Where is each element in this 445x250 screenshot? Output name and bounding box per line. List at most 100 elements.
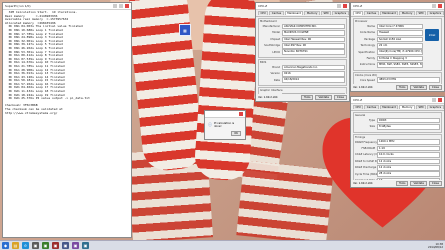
minimize-icon[interactable] bbox=[337, 4, 341, 8]
dialog-titlebar[interactable] bbox=[205, 111, 245, 118]
taskbar-app5-icon[interactable]: ▣ bbox=[72, 242, 79, 249]
validate-button[interactable]: Validate bbox=[410, 85, 427, 90]
taskbar-app1-icon[interactable]: ▣ bbox=[32, 242, 39, 249]
system-clock[interactable]: 10:38 2014/08/12 bbox=[428, 243, 443, 249]
tools-button[interactable]: Tools bbox=[301, 95, 314, 100]
field-label: RAS# to CAS# Delay (tRCD) bbox=[355, 159, 392, 163]
tab-graphics[interactable]: Graphics bbox=[427, 105, 444, 109]
console-titlebar[interactable]: SuperPI (run 1/0) bbox=[3, 3, 131, 10]
tab-cpu[interactable]: CPU bbox=[353, 105, 364, 109]
field-label: LPCIO bbox=[272, 50, 280, 54]
tab-spd[interactable]: SPD bbox=[415, 105, 427, 109]
tab-cpu[interactable]: CPU bbox=[258, 11, 269, 15]
pi-done-dialog[interactable]: ⓘ PI calculation is done! OK bbox=[204, 110, 246, 140]
taskbar-app2-icon[interactable]: ▣ bbox=[42, 242, 49, 249]
field-value: MMX, SSE, SSE2, SSE3, SSSE3, SSE4.1, SSE… bbox=[377, 62, 423, 68]
field-label: DRAM Frequency bbox=[355, 140, 377, 144]
cpuz-memory-window[interactable]: CPU-Z CPU Caches Mainboard Memory SPD Graphic… bbox=[350, 96, 445, 188]
dialog-message: PI calculation is done! bbox=[214, 122, 235, 128]
field-row: Name Intel Core i7 4790K bbox=[355, 23, 423, 30]
field-label: Bus Speed bbox=[355, 91, 375, 92]
close-button[interactable]: Close bbox=[333, 95, 347, 100]
general-group: General Type DDR3 Size 8 GBytes bbox=[353, 112, 442, 133]
taskbar-start-icon[interactable]: ◆ bbox=[2, 242, 9, 249]
validate-button[interactable]: Validate bbox=[410, 181, 427, 186]
tab-mainboard[interactable]: Mainboard bbox=[379, 11, 399, 15]
tab-spd[interactable]: SPD bbox=[320, 11, 332, 15]
cpuz-mainboard-window[interactable]: CPU-Z CPU Caches Mainboard Memory SPD Graphic… bbox=[255, 2, 350, 102]
taskbar-app3-icon[interactable]: ▣ bbox=[52, 242, 59, 249]
group-label: General bbox=[355, 114, 366, 117]
tab-cpu[interactable]: CPU bbox=[353, 11, 364, 15]
field-value: 1:19 bbox=[377, 145, 440, 152]
tools-button[interactable]: Tools bbox=[396, 85, 409, 90]
tab-memory[interactable]: Memory bbox=[399, 11, 415, 15]
close-icon[interactable] bbox=[239, 112, 243, 116]
field-value: 6 Model C Stepping 3 bbox=[377, 55, 423, 62]
motherboard-group: Motherboard Manufacturer ASUSTeK COMPUTER… bbox=[258, 18, 347, 58]
tab-caches[interactable]: Caches bbox=[364, 105, 379, 109]
info-icon: ⓘ bbox=[208, 122, 212, 127]
tab-mainboard[interactable]: Mainboard bbox=[379, 105, 399, 109]
group-label: Clocks (Core #0) bbox=[355, 73, 377, 77]
group-label: BIOS bbox=[260, 60, 267, 64]
field-value: 4893.23 MHz bbox=[377, 77, 440, 83]
superpi-console-window[interactable]: SuperPI (run 1/0) 32M Calculation Start.… bbox=[2, 2, 132, 238]
field-value: DDR3 bbox=[377, 117, 440, 124]
field-row: Date 04/18/2014 bbox=[260, 77, 345, 83]
field-label: Chipset bbox=[270, 37, 280, 41]
minimize-icon[interactable] bbox=[432, 98, 436, 102]
maximize-icon[interactable] bbox=[119, 4, 123, 8]
close-icon[interactable] bbox=[125, 4, 129, 8]
close-icon[interactable] bbox=[343, 4, 347, 8]
field-row: DRAM Frequency 1260.1 MHz bbox=[355, 139, 440, 145]
field-value: 12 clocks bbox=[377, 164, 440, 171]
validate-button[interactable]: Validate bbox=[315, 95, 332, 100]
close-button[interactable]: Close bbox=[428, 181, 442, 186]
minimize-icon[interactable] bbox=[432, 4, 436, 8]
field-row: Chipset Intel Haswell Rev. 06 bbox=[260, 36, 345, 43]
field-row: RAS# to CAS# Delay (tRCD) 12 clocks bbox=[355, 158, 440, 165]
field-value: Intel Haswell Rev. 06 bbox=[282, 36, 345, 43]
field-row: Manufacturer ASUSTeK COMPUTER INC. bbox=[260, 23, 345, 30]
cpuz-memory-titlebar[interactable]: CPU-Z bbox=[351, 97, 444, 104]
tools-button[interactable]: Tools bbox=[396, 181, 409, 186]
taskbar-ie-icon[interactable]: e bbox=[22, 242, 29, 249]
tab-mainboard[interactable]: Mainboard bbox=[284, 11, 304, 15]
cpuz-cpu-titlebar[interactable]: CPU-Z bbox=[351, 3, 444, 10]
field-value: Nuvoton NCT6791 bbox=[282, 49, 345, 55]
field-label: Southbridge bbox=[264, 44, 280, 48]
close-icon[interactable] bbox=[438, 98, 442, 102]
ok-button[interactable]: OK bbox=[231, 131, 241, 136]
field-label: CAS# Latency (CL) bbox=[355, 153, 380, 157]
tab-graphics[interactable]: Graphics bbox=[427, 11, 444, 15]
version-label: Ver. 1.69.2.x64 bbox=[258, 96, 278, 99]
field-label: Core Speed bbox=[360, 78, 375, 82]
field-row: Code Name Haswell bbox=[355, 30, 423, 36]
taskbar-explorer-icon[interactable]: ▤ bbox=[12, 242, 19, 249]
group-label: Timings bbox=[355, 135, 366, 139]
minimize-icon[interactable] bbox=[113, 4, 117, 8]
tab-graphics[interactable]: Graphics bbox=[332, 11, 349, 15]
field-row: Brand American Megatrends Inc. bbox=[260, 64, 345, 71]
tab-caches[interactable]: Caches bbox=[364, 11, 379, 15]
taskbar-app6-icon[interactable]: ▣ bbox=[82, 242, 89, 249]
field-label: Manufacturer bbox=[262, 25, 280, 29]
close-button[interactable]: Close bbox=[428, 85, 442, 90]
close-icon[interactable] bbox=[438, 4, 442, 8]
tab-memory[interactable]: Memory bbox=[399, 105, 415, 109]
field-row: CAS# Latency (CL) 10.0 clocks bbox=[355, 152, 440, 158]
tab-caches[interactable]: Caches bbox=[269, 11, 284, 15]
cpuz-mainboard-tabs: CPUCachesMainboardMemorySPDGraphicsBench… bbox=[256, 10, 349, 17]
field-value: Intel(R) Core(TM) i7-4790K CPU @ 4.00GHz bbox=[377, 49, 423, 55]
tab-spd[interactable]: SPD bbox=[415, 11, 427, 15]
field-value: Intel Core i7 4790K bbox=[377, 23, 423, 30]
field-row: Instructions MMX, SSE, SSE2, SSE3, SSSE3,… bbox=[355, 62, 423, 68]
taskbar-app4-icon[interactable]: ▣ bbox=[62, 242, 69, 249]
field-row: Version 0216 bbox=[260, 70, 345, 77]
cpuz-mainboard-titlebar[interactable]: CPU-Z bbox=[256, 3, 349, 10]
cpuz-cpu-window[interactable]: CPU-Z CPU Caches Mainboard Memory SPD Graphic… bbox=[350, 2, 445, 92]
cpu-z-desktop-icon[interactable]: ▦ bbox=[179, 24, 191, 36]
clock-date: 2014/08/12 bbox=[428, 245, 443, 249]
tab-memory[interactable]: Memory bbox=[304, 11, 320, 15]
